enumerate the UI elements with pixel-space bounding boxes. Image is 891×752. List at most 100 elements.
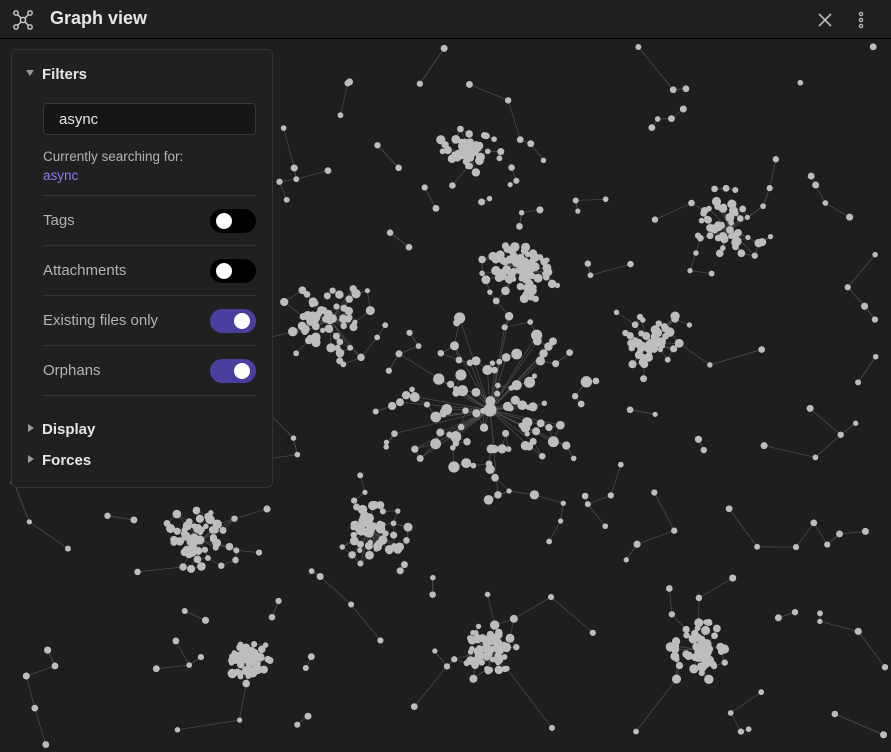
graph-node[interactable] (22, 672, 30, 680)
graph-node[interactable] (694, 655, 701, 662)
graph-node[interactable] (682, 625, 690, 634)
graph-node[interactable] (485, 460, 493, 468)
graph-node[interactable] (657, 337, 663, 343)
graph-node[interactable] (495, 382, 501, 389)
graph-node[interactable] (231, 515, 238, 522)
graph-node[interactable] (688, 199, 695, 207)
graph-node[interactable] (320, 307, 327, 314)
graph-node[interactable] (707, 362, 713, 368)
graph-node[interactable] (405, 243, 413, 251)
graph-node[interactable] (308, 568, 315, 574)
graph-node[interactable] (170, 536, 178, 544)
graph-node[interactable] (703, 619, 709, 625)
graph-node[interactable] (744, 214, 751, 220)
graph-node[interactable] (732, 243, 739, 251)
graph-node[interactable] (365, 306, 375, 316)
graph-node[interactable] (163, 520, 171, 527)
graph-node[interactable] (384, 544, 394, 554)
graph-node[interactable] (479, 423, 489, 432)
graph-node[interactable] (693, 250, 699, 256)
graph-node[interactable] (640, 375, 648, 383)
graph-node[interactable] (774, 614, 782, 622)
graph-node[interactable] (493, 655, 504, 665)
graph-node[interactable] (511, 348, 523, 360)
graph-node[interactable] (700, 446, 707, 454)
graph-node[interactable] (575, 208, 581, 214)
graph-node[interactable] (484, 666, 490, 672)
graph-node[interactable] (486, 195, 493, 202)
graph-node[interactable] (345, 295, 353, 303)
graph-node[interactable] (345, 316, 352, 323)
graph-node[interactable] (513, 177, 520, 184)
graph-node[interactable] (806, 404, 814, 412)
graph-node[interactable] (712, 624, 721, 633)
graph-node[interactable] (462, 407, 469, 414)
graph-node[interactable] (524, 251, 531, 258)
graph-node[interactable] (584, 260, 592, 267)
graph-node[interactable] (529, 254, 536, 261)
graph-node[interactable] (581, 492, 589, 500)
graph-node[interactable] (447, 154, 457, 164)
graph-node[interactable] (187, 537, 197, 547)
graph-node[interactable] (508, 164, 515, 171)
graph-node[interactable] (592, 377, 600, 385)
graph-node[interactable] (555, 420, 565, 430)
graph-node[interactable] (233, 668, 241, 676)
graph-node[interactable] (683, 632, 690, 639)
graph-node[interactable] (455, 369, 467, 381)
graph-node[interactable] (475, 141, 484, 150)
graph-node[interactable] (173, 527, 181, 535)
graph-node[interactable] (403, 522, 413, 532)
graph-node[interactable] (660, 323, 668, 330)
graph-node[interactable] (294, 721, 301, 728)
graph-node[interactable] (377, 637, 384, 644)
graph-node[interactable] (725, 212, 735, 223)
graph-node[interactable] (679, 105, 687, 113)
graph-node[interactable] (484, 591, 491, 598)
graph-node[interactable] (197, 653, 205, 661)
graph-node[interactable] (504, 312, 514, 321)
graph-node[interactable] (448, 461, 460, 473)
graph-node[interactable] (617, 461, 624, 468)
graph-node[interactable] (714, 223, 723, 232)
graph-node[interactable] (772, 156, 780, 163)
graph-node[interactable] (754, 238, 763, 248)
graph-node[interactable] (547, 436, 559, 448)
graph-node[interactable] (186, 662, 193, 668)
graph-node[interactable] (467, 649, 474, 655)
graph-node[interactable] (51, 662, 59, 670)
graph-node[interactable] (716, 642, 725, 652)
graph-node[interactable] (320, 327, 326, 334)
graph-node[interactable] (491, 136, 497, 142)
graph-node[interactable] (485, 148, 491, 155)
graph-node[interactable] (711, 185, 718, 193)
graph-node[interactable] (423, 401, 431, 408)
graph-node[interactable] (344, 306, 354, 316)
graph-node[interactable] (631, 321, 639, 329)
graph-node[interactable] (172, 637, 180, 645)
graph-node[interactable] (475, 623, 482, 630)
graph-node[interactable] (547, 593, 555, 601)
graph-node[interactable] (411, 445, 419, 453)
graph-node[interactable] (519, 294, 529, 304)
graph-node[interactable] (385, 367, 393, 374)
graph-node[interactable] (718, 203, 728, 213)
graph-node[interactable] (530, 262, 540, 272)
graph-node[interactable] (436, 428, 445, 437)
graph-node[interactable] (536, 206, 544, 214)
graph-node[interactable] (195, 514, 205, 523)
graph-node[interactable] (437, 349, 445, 357)
graph-node[interactable] (462, 146, 471, 155)
graph-node[interactable] (686, 322, 693, 328)
graph-node[interactable] (501, 353, 511, 362)
graph-node[interactable] (248, 646, 255, 653)
graph-node[interactable] (633, 540, 641, 548)
graph-node[interactable] (524, 376, 536, 388)
graph-node[interactable] (465, 130, 473, 138)
graph-node[interactable] (501, 286, 510, 296)
graph-node[interactable] (172, 509, 182, 519)
graph-node[interactable] (807, 172, 815, 180)
graph-node[interactable] (225, 542, 234, 551)
graph-node[interactable] (510, 276, 517, 282)
graph-node[interactable] (687, 267, 693, 274)
